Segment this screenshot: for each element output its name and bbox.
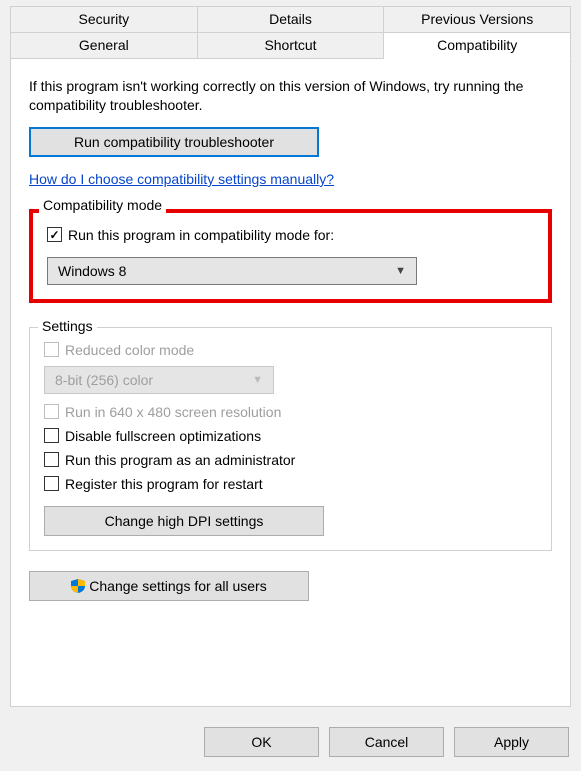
compat-mode-checkbox[interactable] [47,227,62,242]
apply-button[interactable]: Apply [454,727,569,757]
compatibility-panel: If this program isn't working correctly … [10,59,571,707]
register-restart-label: Register this program for restart [65,476,263,492]
run-640-label: Run in 640 x 480 screen resolution [65,404,281,420]
shield-icon [71,579,85,593]
ok-button[interactable]: OK [204,727,319,757]
settings-group: Settings Reduced color mode 8-bit (256) … [29,327,552,551]
compatibility-mode-group: Compatibility mode Run this program in c… [29,209,552,303]
tab-compatibility[interactable]: Compatibility [384,32,571,59]
tab-details[interactable]: Details [198,6,385,32]
properties-dialog: Security Details Previous Versions Gener… [0,0,581,771]
compat-mode-select[interactable]: Windows 8 ▼ [47,257,417,285]
manual-settings-link[interactable]: How do I choose compatibility settings m… [29,171,334,187]
run-640-checkbox [44,404,59,419]
tab-shortcut[interactable]: Shortcut [198,32,385,59]
change-dpi-button[interactable]: Change high DPI settings [44,506,324,536]
chevron-down-icon: ▼ [395,265,406,277]
dialog-footer: OK Cancel Apply [204,727,569,757]
cancel-button[interactable]: Cancel [329,727,444,757]
ok-label: OK [251,734,271,750]
tab-security[interactable]: Security [10,6,198,32]
change-all-users-label: Change settings for all users [89,578,266,594]
tab-general[interactable]: General [10,32,198,59]
disable-fullscreen-label: Disable fullscreen optimizations [65,428,261,444]
compat-mode-selected: Windows 8 [58,263,126,279]
apply-label: Apply [494,734,529,750]
disable-fullscreen-checkbox[interactable] [44,428,59,443]
tab-previous-versions[interactable]: Previous Versions [384,6,571,32]
color-mode-select: 8-bit (256) color ▼ [44,366,274,394]
run-troubleshooter-label: Run compatibility troubleshooter [74,134,274,150]
run-admin-label: Run this program as an administrator [65,452,295,468]
chevron-down-icon: ▼ [252,374,263,386]
tab-strip: Security Details Previous Versions Gener… [0,0,581,59]
intro-text: If this program isn't working correctly … [29,77,552,115]
settings-legend: Settings [38,318,97,334]
compat-mode-checkbox-label: Run this program in compatibility mode f… [68,227,334,243]
run-admin-checkbox[interactable] [44,452,59,467]
run-troubleshooter-button[interactable]: Run compatibility troubleshooter [29,127,319,157]
reduced-color-checkbox [44,342,59,357]
cancel-label: Cancel [365,734,409,750]
compatibility-mode-legend: Compatibility mode [39,197,166,213]
color-mode-selected: 8-bit (256) color [55,372,153,388]
reduced-color-label: Reduced color mode [65,342,194,358]
register-restart-checkbox[interactable] [44,476,59,491]
change-dpi-label: Change high DPI settings [105,513,264,529]
change-all-users-button[interactable]: Change settings for all users [29,571,309,601]
